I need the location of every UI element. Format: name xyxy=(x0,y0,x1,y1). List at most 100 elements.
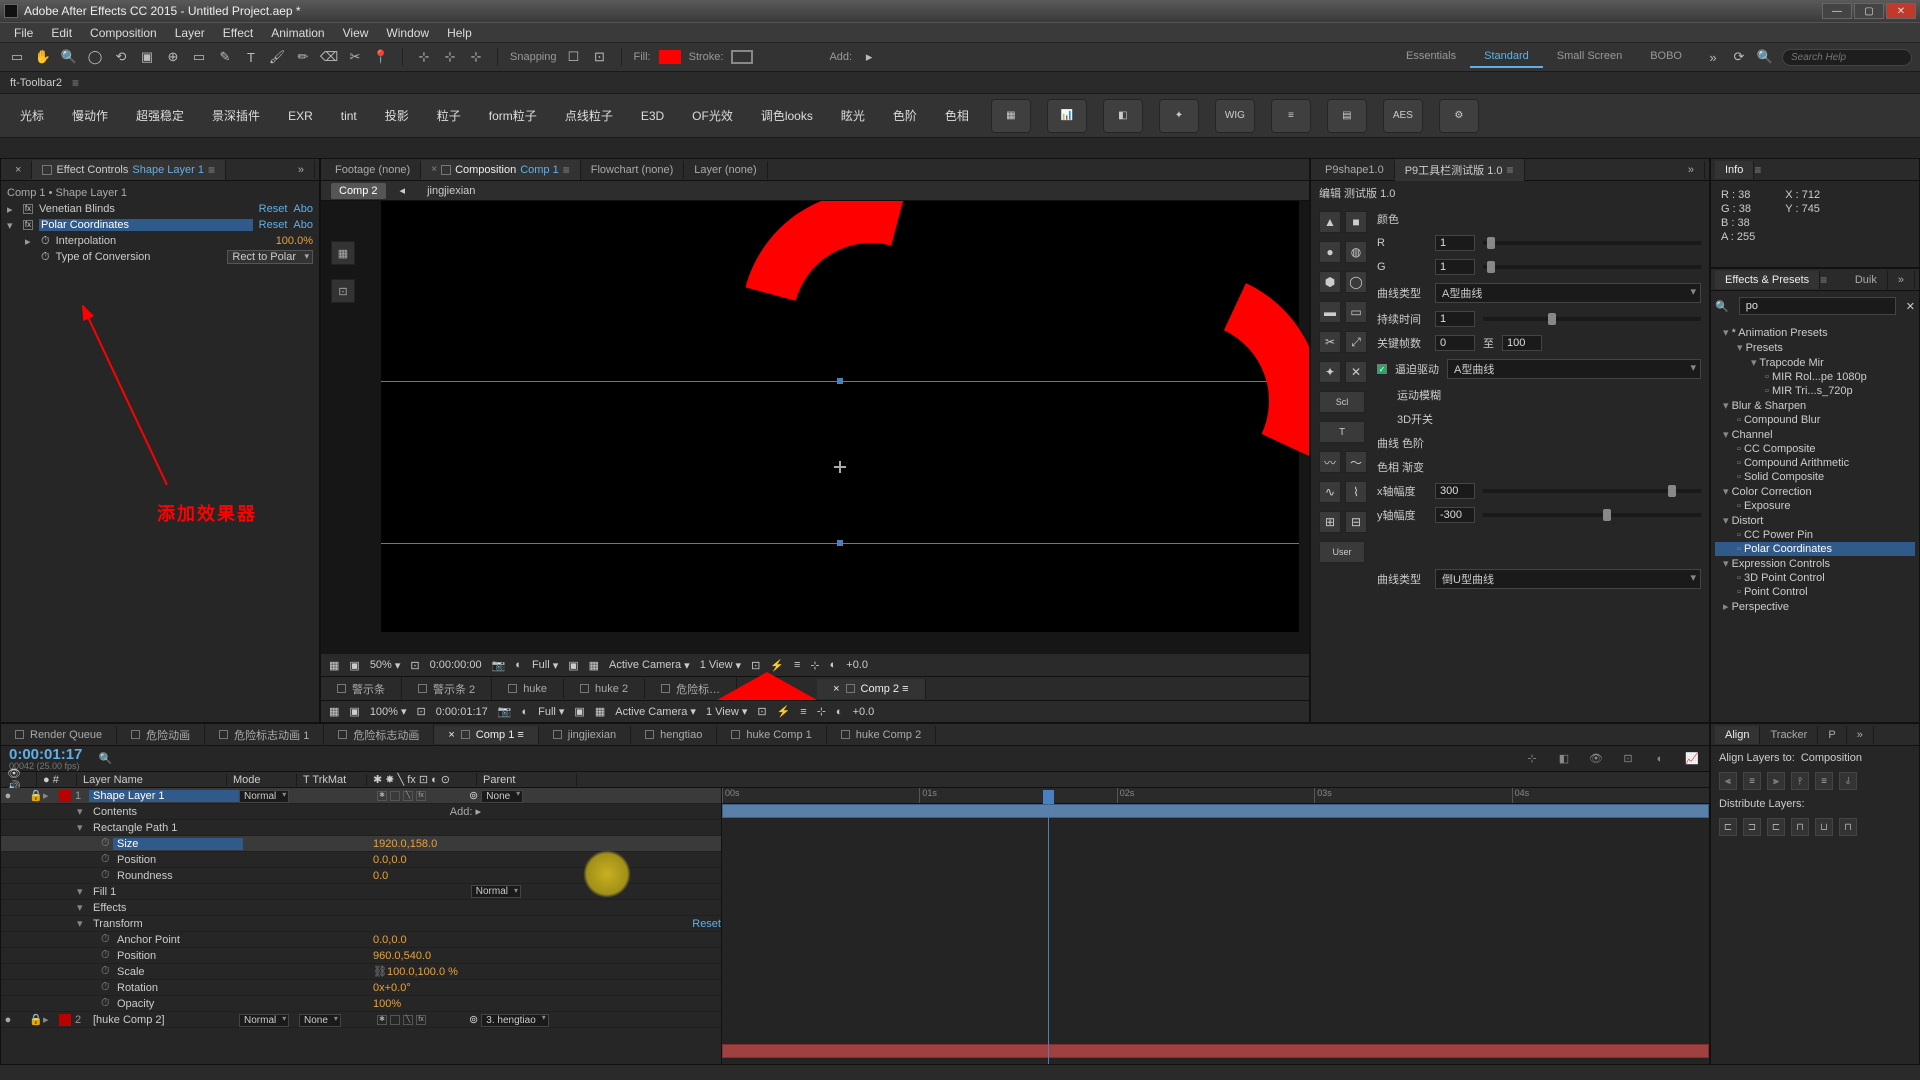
viewer-tool-icon[interactable]: ⊡ xyxy=(331,279,355,303)
lock-icon[interactable] xyxy=(42,165,52,175)
breadcrumb-item[interactable]: Comp 2 xyxy=(331,183,386,199)
parent-header[interactable]: Parent xyxy=(477,774,577,786)
fast-preview-icon[interactable]: ⚡ xyxy=(777,705,791,718)
workspace-standard[interactable]: Standard xyxy=(1470,46,1543,68)
selection-tool[interactable]: ▭ xyxy=(8,48,26,66)
cross-icon[interactable]: ✕ xyxy=(1345,361,1367,383)
auto-dropdown[interactable]: A型曲线 xyxy=(1447,359,1701,379)
timeline-tab[interactable]: 危险标志动画 1 xyxy=(205,724,324,746)
plugin-button[interactable]: tint xyxy=(335,105,363,127)
workspace-small screen[interactable]: Small Screen xyxy=(1543,46,1636,68)
plugin-button[interactable]: 调色looks xyxy=(755,103,819,128)
timeline-row[interactable]: ▾TransformReset xyxy=(1,916,721,932)
plugin-button[interactable]: 投影 xyxy=(379,103,415,128)
snap-edge-icon[interactable]: ⊡ xyxy=(591,48,609,66)
current-time-indicator[interactable] xyxy=(1048,804,1049,1064)
frame-blend-icon[interactable]: ⊡ xyxy=(1619,750,1637,768)
yamp-slider[interactable] xyxy=(1483,513,1701,517)
effects-tree-item[interactable]: Polar Coordinates xyxy=(1715,542,1915,556)
dist-left-button[interactable]: ⊏ xyxy=(1719,818,1737,836)
duration-slider[interactable] xyxy=(1483,317,1701,321)
shape-circle-icon[interactable]: ● xyxy=(1319,241,1341,263)
menu-view[interactable]: View xyxy=(335,24,377,42)
effects-tree-item[interactable]: MIR Rol...pe 1080p xyxy=(1715,370,1915,384)
timeline-tab[interactable]: huke Comp 2 xyxy=(827,726,936,744)
p-tab[interactable]: P xyxy=(1818,726,1846,744)
effects-tree-item[interactable]: Distort xyxy=(1715,513,1915,528)
switches-header[interactable]: ✱ ✸ ╲ fx ⊡ ◐ ⊙ xyxy=(367,773,477,786)
zoom-tool[interactable]: 🔍 xyxy=(60,48,78,66)
viewer-channel-icon[interactable]: ▣ xyxy=(349,705,359,718)
plugin-icon-button[interactable]: ◧ xyxy=(1103,99,1143,133)
comp-tab[interactable]: 警示条 2 xyxy=(402,677,492,701)
show-channel-icon[interactable]: ◐ xyxy=(521,706,528,718)
resolution-icon[interactable]: ⊡ xyxy=(417,705,426,718)
panel-overflow[interactable]: » xyxy=(288,161,315,179)
timeline-row[interactable]: ▾Effects xyxy=(1,900,721,916)
comp-tab[interactable]: huke 2 xyxy=(564,679,645,699)
help-search-input[interactable] xyxy=(1782,49,1912,66)
pen-tool[interactable]: ✎ xyxy=(216,48,234,66)
pixel-aspect-icon[interactable]: ⊡ xyxy=(751,659,760,672)
curve-icon[interactable]: 〰 xyxy=(1319,451,1341,473)
label-column-header[interactable]: ● # xyxy=(37,774,77,786)
viewer-channel-icon[interactable]: ▣ xyxy=(349,659,359,672)
resolution-dropdown[interactable]: Full ▾ xyxy=(538,705,564,718)
panel-overflow[interactable]: » xyxy=(1847,726,1874,744)
puppet-tool[interactable]: 📍 xyxy=(372,48,390,66)
misc-icon[interactable]: ⊞ xyxy=(1319,511,1341,533)
stroke-swatch[interactable] xyxy=(731,50,753,64)
shape-triangle-icon[interactable]: ▲ xyxy=(1319,211,1341,233)
kf-from-input[interactable]: 0 xyxy=(1435,335,1475,351)
effects-tree-item[interactable]: 3D Point Control xyxy=(1715,571,1915,585)
align-hcenter-button[interactable]: ≡ xyxy=(1743,772,1761,790)
brush-tool[interactable]: 🖌 xyxy=(268,48,286,66)
timeline-row[interactable]: ⏱Rotation0x+0.0° xyxy=(1,980,721,996)
rotate-tool[interactable]: ⟲ xyxy=(112,48,130,66)
sync-icon[interactable]: ⟳ xyxy=(1730,48,1748,66)
timeline-row[interactable]: ●🔒▸1Shape Layer 1Normal✱╲fx⊚ None xyxy=(1,788,721,804)
timeline-tab[interactable]: 危险标志动画 xyxy=(324,724,434,746)
viewer-grid-icon[interactable]: ▦ xyxy=(329,659,339,672)
stopwatch-icon[interactable]: ⏱ xyxy=(41,251,50,264)
zoom-dropdown[interactable]: 50% ▾ xyxy=(370,659,401,672)
xamp-slider[interactable] xyxy=(1483,489,1701,493)
menu-edit[interactable]: Edit xyxy=(43,24,80,42)
axis-world-icon[interactable]: ⊹ xyxy=(441,48,459,66)
snapping-checkbox[interactable]: ☐ xyxy=(565,48,583,66)
comp-flow-icon[interactable]: ⊹ xyxy=(817,705,826,718)
effect-venetian-blinds[interactable]: Venetian Blinds xyxy=(39,203,253,215)
axis-view-icon[interactable]: ⊹ xyxy=(467,48,485,66)
draft3d-icon[interactable]: ◧ xyxy=(1555,750,1573,768)
timeline-tab[interactable]: jingjiexian xyxy=(539,726,631,744)
curve-dropdown[interactable]: A型曲线 xyxy=(1435,283,1701,303)
comp-tab[interactable]: × Comp 2 ≡ xyxy=(817,679,925,699)
effects-tree-item[interactable]: CC Power Pin xyxy=(1715,528,1915,542)
timeline-row[interactable]: ▾Rectangle Path 1 xyxy=(1,820,721,836)
dist-vcenter-button[interactable]: ⊔ xyxy=(1815,818,1833,836)
align-left-button[interactable]: ⫷ xyxy=(1719,772,1737,790)
exposure-value[interactable]: +0.0 xyxy=(846,659,868,671)
effect-controls-layer-link[interactable]: Shape Layer 1 xyxy=(132,164,204,176)
maximize-button[interactable]: ▢ xyxy=(1854,3,1884,19)
plugin-icon-button[interactable]: ≡ xyxy=(1271,99,1311,133)
effect-polar-coordinates[interactable]: Polar Coordinates xyxy=(39,219,253,231)
comp-tab[interactable]: huke xyxy=(492,679,564,699)
comp-tab[interactable]: 警示条 xyxy=(321,677,402,701)
plugin-button[interactable]: 景深插件 xyxy=(206,103,266,128)
plugin-button[interactable]: 眩光 xyxy=(835,103,871,128)
cut-icon[interactable]: ✂ xyxy=(1319,331,1341,353)
mode-header[interactable]: Mode xyxy=(227,774,297,786)
timeline-tab[interactable]: 危险动画 xyxy=(117,724,205,746)
g-input[interactable]: 1 xyxy=(1435,259,1475,275)
about-link[interactable]: Abo xyxy=(293,219,313,231)
timeline-row[interactable]: ▾ContentsAdd: ▸ xyxy=(1,804,721,820)
plugin-button[interactable]: 粒子 xyxy=(431,103,467,128)
panel-menu-icon[interactable]: ≡ xyxy=(1754,163,1761,177)
snapshot-icon[interactable]: 📷 xyxy=(492,659,506,672)
clear-search-icon[interactable]: ✕ xyxy=(1906,300,1915,313)
effects-tree-item[interactable]: CC Composite xyxy=(1715,442,1915,456)
workspace-overflow[interactable]: » xyxy=(1704,48,1722,66)
align-to-dropdown[interactable]: Composition xyxy=(1801,752,1911,764)
menu-window[interactable]: Window xyxy=(378,24,437,42)
